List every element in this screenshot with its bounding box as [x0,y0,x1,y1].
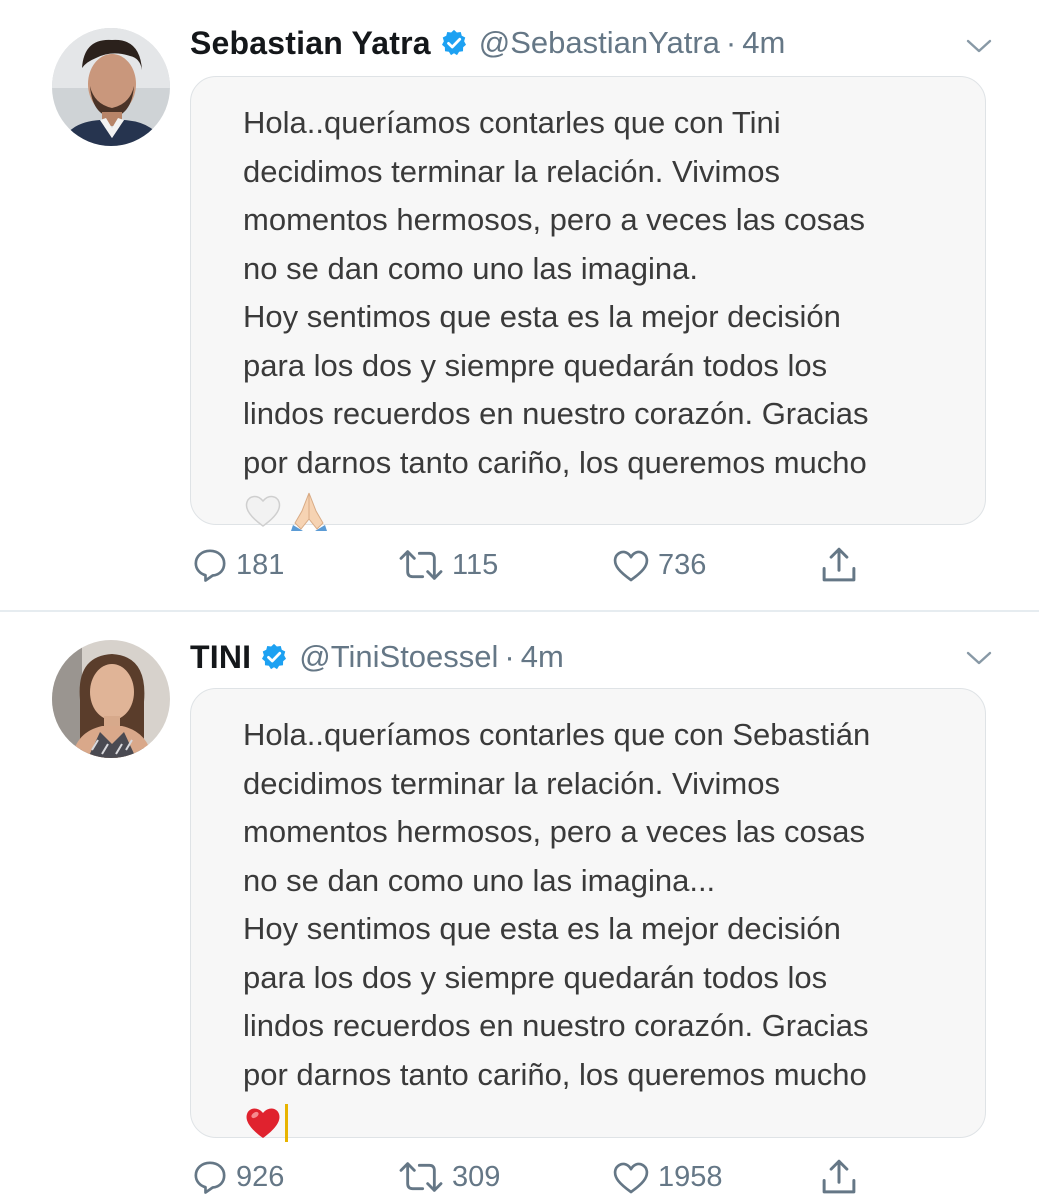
tweet-text-line: por darnos tanto cariño, los queremos mu… [243,1056,867,1092]
share-icon [822,547,856,582]
avatar[interactable] [52,640,170,758]
user-handle[interactable]: @SebastianYatra [479,25,720,61]
tweet-text-line: momentos hermosos, pero a veces las cosa… [243,202,865,237]
tweet-text-line: no se dan como uno las imagina. [243,250,698,286]
timestamp[interactable]: 4m [521,639,564,675]
like-button[interactable]: 736 [610,540,706,590]
tweet-text-line: para los dos y siempre quedarán todos lo… [243,347,828,383]
chevron-down-icon[interactable] [965,648,993,668]
retweet-button[interactable]: 115 [396,540,498,590]
tweet-text-card: Hola..queríamos contarles que con Sebast… [190,688,986,1142]
separator-dot: · [725,25,737,60]
reply-count: 181 [236,548,285,581]
share-button[interactable] [818,540,860,590]
tweet-text-line: Hola..queríamos contarles que con Sebast… [243,717,871,752]
emoji-row [243,1099,955,1147]
tweet-text-line: Hola..queríamos contarles que con Tini [243,105,781,140]
like-button[interactable]: 1958 [610,1152,723,1202]
action-bar: 926 309 1958 [190,1152,870,1202]
heart-icon [613,550,649,582]
retweet-button[interactable]: 309 [396,1152,500,1202]
reply-icon [194,549,226,582]
tweet-text-line: lindos recuerdos en nuestro corazón. Gra… [243,396,869,431]
tweet-text-card: Hola..queríamos contarles que con Tini d… [190,76,986,531]
user-handle[interactable]: @TiniStoessel [299,639,498,675]
heart-icon [613,1162,649,1194]
white-heart-emoji [245,495,281,527]
retweet-count: 115 [452,548,499,581]
avatar[interactable] [52,28,170,146]
verified-badge-icon [259,642,289,672]
tweet[interactable]: TINI @TiniStoessel · 4m Hola..queríamos … [0,612,1039,1200]
chevron-down-icon[interactable] [965,36,993,56]
red-heart-emoji [246,1108,280,1138]
tweet-text-line: decidimos terminar la relación. Vivimos [243,153,780,189]
reply-button[interactable]: 181 [190,540,284,590]
emoji-row [243,487,955,535]
display-name[interactable]: TINI [190,639,251,676]
reply-icon [194,1161,226,1194]
tweet-text-line: lindos recuerdos en nuestro corazón. Gra… [243,1008,869,1043]
share-icon [822,1159,856,1194]
like-count: 1958 [658,1160,723,1193]
like-count: 736 [658,548,707,581]
reply-count: 926 [236,1160,285,1193]
tweet-header: Sebastian Yatra @SebastianYatra · 4m [190,18,785,68]
tweet-text-line: momentos hermosos, pero a veces las cosa… [243,814,865,849]
retweet-icon [399,550,443,580]
verified-badge-icon [439,28,469,58]
share-button[interactable] [818,1152,860,1202]
tweet-header: TINI @TiniStoessel · 4m [190,632,564,682]
tweet-text-line: no se dan como uno las imagina... [243,862,716,898]
reply-button[interactable]: 926 [190,1152,284,1202]
action-bar: 181 115 736 [190,540,870,590]
retweet-count: 309 [452,1160,501,1193]
retweet-icon [399,1162,443,1192]
tweet-text-line: Hoy sentimos que esta es la mejor decisi… [243,299,841,334]
text-cursor [285,1104,288,1142]
tweet-text-line: Hoy sentimos que esta es la mejor decisi… [243,911,841,946]
tweet-text-line: decidimos terminar la relación. Vivimos [243,765,780,801]
separator-dot: · [504,639,515,674]
folded-hands-emoji [291,492,327,531]
tweet-text-line: para los dos y siempre quedarán todos lo… [243,959,828,995]
timestamp[interactable]: 4m [742,25,785,61]
display-name[interactable]: Sebastian Yatra [190,25,431,62]
tweet-text-line: por darnos tanto cariño, los queremos mu… [243,444,867,480]
tweet[interactable]: Sebastian Yatra @SebastianYatra · 4m Hol… [0,0,1039,610]
